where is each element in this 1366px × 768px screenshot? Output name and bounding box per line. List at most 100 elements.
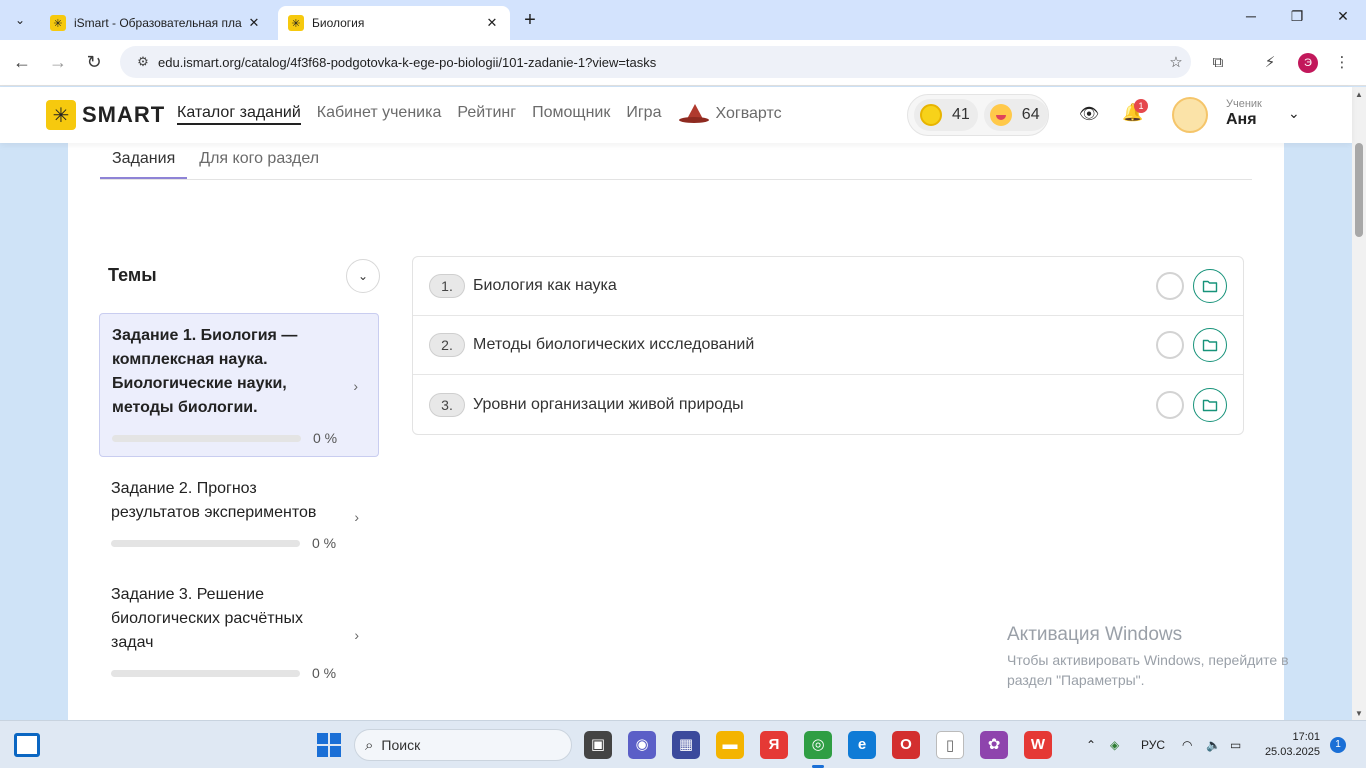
task-view-icon[interactable]: ▣: [584, 731, 612, 759]
watermark-text: Чтобы активировать Windows, перейдите в …: [1007, 652, 1289, 688]
task-title[interactable]: Биология как наука: [473, 277, 1156, 295]
task-status-circle-icon: [1156, 331, 1184, 359]
nav-assistant[interactable]: Помощник: [532, 104, 610, 125]
tab-title: Биология: [312, 16, 365, 30]
scroll-down-icon[interactable]: ▼: [1355, 709, 1363, 718]
chevron-right-icon: ›: [354, 509, 359, 525]
wps-office-icon[interactable]: W: [1024, 731, 1052, 759]
chevron-down-icon[interactable]: ⌄: [1288, 105, 1300, 122]
task-row[interactable]: 1. Биология как наука: [413, 257, 1243, 316]
folder-icon: [1202, 339, 1218, 352]
clock-date: 25.03.2025: [1264, 746, 1320, 758]
tab-tasks[interactable]: Задания: [100, 143, 188, 179]
reload-icon[interactable]: ↻: [82, 51, 106, 75]
close-tab-icon[interactable]: ✕: [484, 15, 500, 31]
logo-text: SMART: [82, 102, 166, 127]
widgets-icon[interactable]: [14, 733, 40, 757]
nav-game[interactable]: Игра: [626, 104, 661, 125]
user-avatar[interactable]: [1172, 97, 1208, 133]
shield-icon[interactable]: ◈: [1110, 721, 1119, 768]
document-icon[interactable]: ▯: [936, 731, 964, 759]
task-title[interactable]: Уровни организации живой природы: [473, 396, 1156, 414]
profile-avatar[interactable]: Э: [1298, 53, 1318, 73]
input-language[interactable]: РУС: [1141, 721, 1165, 768]
wifi-icon[interactable]: ◠: [1182, 721, 1192, 768]
topic-title: Задание 1. Биология — комплексная наука.…: [112, 327, 298, 416]
nav-hogwarts-label: Хогвартс: [715, 105, 782, 123]
scrollbar-thumb[interactable]: [1355, 143, 1363, 237]
page-scrollbar[interactable]: ▲ ▼: [1352, 87, 1366, 720]
tab-audience[interactable]: Для кого раздел: [187, 143, 331, 179]
address-bar[interactable]: ⚙ edu.ismart.org/catalog/4f3f68-podgotov…: [120, 46, 1191, 78]
task-row[interactable]: 2. Методы биологических исследований: [413, 316, 1243, 375]
new-tab-button[interactable]: +: [518, 8, 542, 32]
back-arrow-icon[interactable]: ←: [10, 51, 34, 75]
folder-button[interactable]: [1193, 387, 1227, 422]
smiley-icon: [989, 104, 1012, 126]
nav-rating[interactable]: Рейтинг: [457, 104, 516, 125]
topic-item-2[interactable]: Задание 2. Прогноз результатов экспериме…: [99, 467, 379, 561]
nav-student-cabinet[interactable]: Кабинет ученика: [317, 104, 442, 125]
themes-collapse-button[interactable]: ⌄: [346, 259, 380, 293]
tab-search-button[interactable]: ⌄: [6, 8, 34, 32]
themes-heading: Темы: [108, 265, 157, 285]
task-title[interactable]: Методы биологических исследований: [473, 336, 1156, 354]
file-explorer-icon[interactable]: ▬: [716, 731, 744, 759]
chevron-right-icon: ›: [354, 627, 359, 643]
browser-toolbar: ← → ↻ ⚙ edu.ismart.org/catalog/4f3f68-po…: [0, 40, 1366, 86]
close-tab-icon[interactable]: ✕: [246, 15, 262, 31]
maximize-window-button[interactable]: ❐: [1282, 8, 1312, 32]
smiles-counter[interactable]: 64: [983, 99, 1048, 131]
extensions-icon[interactable]: ⧉: [1206, 51, 1230, 75]
watermark-title: Активация Windows: [1007, 624, 1183, 645]
coin-icon: [920, 104, 942, 126]
show-hidden-icons[interactable]: ⌃: [1086, 721, 1096, 768]
close-window-button[interactable]: ✕: [1328, 8, 1358, 32]
task-number: 3.: [429, 392, 465, 417]
folder-button[interactable]: [1193, 269, 1227, 303]
chrome-icon[interactable]: ◎: [804, 731, 832, 768]
task-number: 2.: [429, 333, 465, 357]
bookmark-star-icon[interactable]: ☆: [1161, 53, 1191, 71]
task-status-circle-icon: [1156, 272, 1184, 300]
progress-percent: 0 %: [313, 430, 338, 446]
task-number: 1.: [429, 274, 465, 298]
task-row[interactable]: 3. Уровни организации живой природы: [413, 375, 1243, 434]
nav-catalog[interactable]: Каталог заданий: [177, 104, 301, 125]
rewards-counters: 41 64: [907, 94, 1049, 136]
taskbar-search[interactable]: ⌕ Поиск: [354, 729, 572, 761]
windows-activation-watermark: Активация Windows Чтобы активировать Win…: [1007, 624, 1327, 690]
notification-center-badge[interactable]: 1: [1330, 737, 1346, 753]
scroll-up-icon[interactable]: ▲: [1355, 90, 1363, 99]
browser-tab-ismart[interactable]: ✳ iSmart - Образовательная пла ✕: [40, 6, 272, 40]
user-role: Ученик: [1226, 98, 1262, 110]
tab-title: iSmart - Образовательная пла: [74, 16, 242, 30]
browser-tab-biology[interactable]: ✳ Биология ✕: [278, 6, 510, 40]
calendar-app-icon[interactable]: ▦: [672, 731, 700, 759]
performance-icon[interactable]: ⚡: [1258, 51, 1282, 75]
forward-arrow-icon[interactable]: →: [46, 51, 70, 75]
task-list: 1. Биология как наука 2. Методы биологич…: [412, 256, 1244, 435]
colorful-app-icon[interactable]: ✿: [980, 731, 1008, 759]
opera-icon[interactable]: O: [892, 731, 920, 759]
ismart-logo[interactable]: ✳ SMART: [46, 100, 165, 130]
topic-item-3[interactable]: Задание 3. Решение биологических расчётн…: [99, 573, 379, 691]
user-info[interactable]: Ученик Аня: [1226, 98, 1262, 129]
browser-menu-icon[interactable]: ⋮: [1330, 51, 1354, 75]
nav-hogwarts[interactable]: Хогвартс: [677, 104, 782, 125]
edge-icon[interactable]: e: [848, 731, 876, 759]
yandex-browser-icon[interactable]: Я: [760, 731, 788, 759]
minimize-window-button[interactable]: ─: [1236, 8, 1266, 32]
topic-item-1[interactable]: Задание 1. Биология — комплексная наука.…: [99, 313, 379, 457]
url-text[interactable]: edu.ismart.org/catalog/4f3f68-podgotovka…: [156, 55, 1161, 70]
volume-icon[interactable]: 🔈: [1206, 721, 1221, 768]
system-clock[interactable]: 17:01 25.03.2025: [1258, 730, 1320, 760]
site-settings-icon[interactable]: ⚙: [130, 54, 156, 70]
teams-chat-icon[interactable]: ◉: [628, 731, 656, 759]
start-menu-icon[interactable]: [317, 733, 341, 757]
progress-percent: 0 %: [312, 665, 337, 681]
battery-icon[interactable]: ▭: [1230, 721, 1241, 768]
eye-icon[interactable]: 👁: [1078, 104, 1100, 126]
coins-counter[interactable]: 41: [914, 99, 978, 131]
folder-button[interactable]: [1193, 328, 1227, 362]
